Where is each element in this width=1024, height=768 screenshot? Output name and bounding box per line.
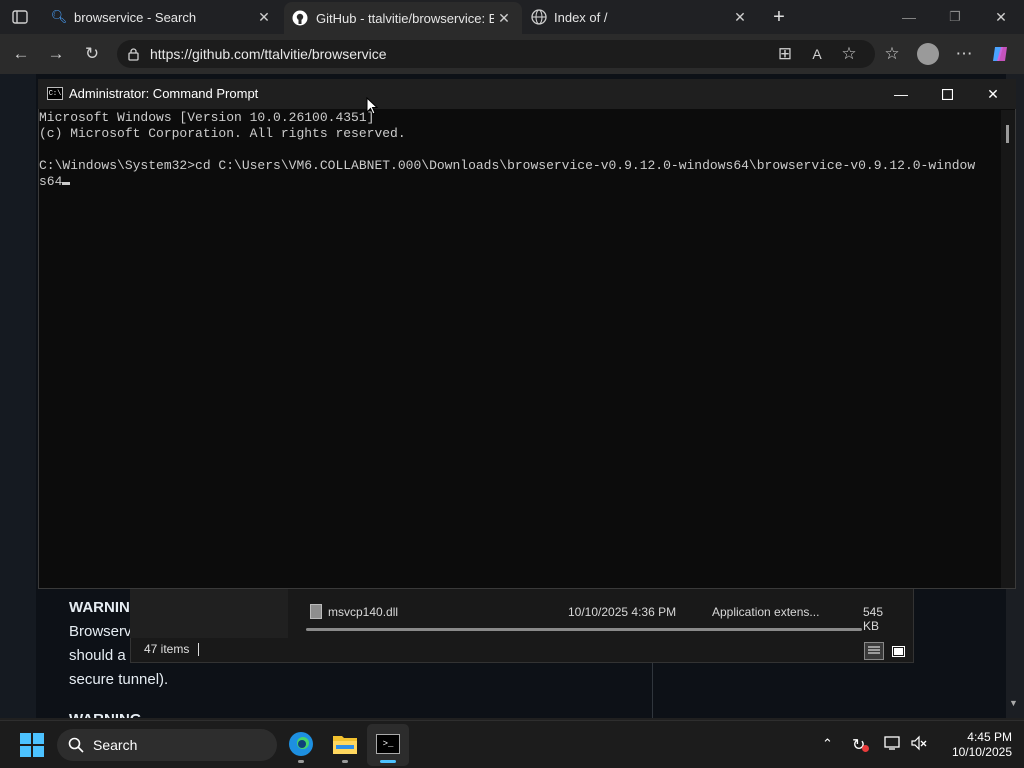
running-indicator (298, 760, 304, 763)
cmd-scrollbar[interactable] (1001, 110, 1015, 588)
tab-search[interactable]: 🔍︎ browservice - Search ✕ (44, 0, 284, 34)
explorer-nav-pane (130, 588, 288, 638)
address-input[interactable]: https://github.com/ttalvitie/browservice (117, 40, 875, 68)
close-window-icon[interactable]: ✕ (990, 8, 1012, 26)
globe-icon (524, 9, 554, 25)
back-icon[interactable]: ← (8, 42, 34, 66)
cmd-app-icon: C:\ (47, 87, 63, 100)
profile-avatar[interactable] (917, 43, 939, 65)
lock-icon[interactable] (126, 46, 140, 62)
forward-icon[interactable]: → (43, 42, 69, 66)
tab-title: GitHub - ttalvitie/browservice: Bro (316, 10, 494, 26)
scroll-down-icon[interactable]: ▼ (1009, 698, 1018, 708)
tab-title: Index of / (554, 9, 608, 25)
warning-partial: WARNING (69, 708, 142, 718)
speaker-muted-icon[interactable] (910, 735, 928, 756)
chevron-up-icon[interactable]: ⌃ (822, 736, 833, 752)
refresh-icon[interactable]: ↻ (79, 42, 105, 66)
terminal-icon[interactable]: >_ (376, 734, 400, 754)
more-options-icon[interactable]: ⋯ (951, 42, 977, 66)
tab-index[interactable]: Index of / ✕ (524, 0, 760, 34)
cmd-maximize-icon[interactable] (924, 79, 970, 109)
error-badge (862, 745, 869, 752)
clock-date: 10/10/2025 (951, 745, 1012, 759)
app-available-icon[interactable]: ⊞ (772, 42, 798, 66)
console-line: (c) Microsoft Corporation. All rights re… (39, 126, 406, 141)
active-indicator (380, 760, 396, 763)
favorites-icon[interactable]: ☆ (879, 42, 905, 66)
console-line: C:\Windows\System32>cd C:\Users\VM6.COLL… (39, 158, 976, 173)
tab-github[interactable]: GitHub - ttalvitie/browservice: Bro ✕ (284, 2, 522, 34)
cmd-scroll-thumb[interactable] (1006, 125, 1009, 143)
close-tab-icon[interactable]: ✕ (730, 9, 750, 26)
dll-file-icon (310, 604, 322, 619)
running-indicator (342, 760, 348, 763)
tab-actions-icon[interactable] (10, 8, 30, 26)
search-icon: 🔍︎ (50, 9, 68, 24)
taskbar-search[interactable]: Search (57, 729, 277, 761)
file-explorer-icon[interactable] (332, 733, 358, 760)
close-tab-icon[interactable]: ✕ (494, 10, 514, 27)
cmd-minimize-icon[interactable]: — (878, 79, 924, 109)
cmd-close-icon[interactable]: ✕ (970, 79, 1016, 109)
tab-title: browservice - Search (74, 9, 197, 25)
url-text: https://github.com/ttalvitie/browservice (150, 46, 387, 62)
status-divider (198, 643, 199, 656)
text-cursor (62, 182, 71, 185)
minimize-icon[interactable]: — (898, 8, 920, 26)
console-output[interactable]: Microsoft Windows [Version 10.0.26100.43… (39, 110, 1001, 190)
close-tab-icon[interactable]: ✕ (254, 9, 274, 26)
windows-start-icon[interactable] (20, 733, 44, 762)
file-row[interactable]: msvcp140.dll 10/10/2025 4:36 PM Applicat… (310, 602, 900, 633)
console-line: s64 (39, 174, 63, 189)
large-icons-view-icon[interactable] (888, 642, 908, 660)
github-icon (284, 10, 316, 26)
restore-icon[interactable]: ❐ (944, 8, 966, 26)
display-icon[interactable] (884, 735, 902, 756)
warning-text: secure tunnel). (69, 671, 169, 688)
clock-time: 4:45 PM (967, 730, 1012, 744)
system-clock[interactable]: 4:45 PM 10/10/2025 (932, 730, 1012, 760)
file-type: Application extens... (712, 605, 820, 619)
new-tab-icon[interactable]: + (768, 6, 790, 28)
file-name: msvcp140.dll (328, 605, 399, 619)
page-margin (0, 74, 36, 718)
file-date: 10/10/2025 4:36 PM (568, 605, 677, 619)
favorite-star-icon[interactable]: ☆ (836, 42, 862, 66)
mouse-cursor-icon (366, 96, 379, 120)
edge-icon[interactable] (288, 731, 314, 762)
read-aloud-icon[interactable]: A (804, 42, 830, 66)
horizontal-scrollbar[interactable] (306, 628, 862, 631)
details-view-icon[interactable] (864, 642, 884, 660)
file-size: 545 KB (863, 605, 884, 633)
console-line: Microsoft Windows [Version 10.0.26100.43… (39, 110, 375, 125)
item-count: 47 items (144, 642, 190, 656)
search-icon (67, 736, 85, 754)
cmd-title: Administrator: Command Prompt (69, 86, 259, 101)
copilot-icon[interactable] (990, 43, 1012, 65)
search-placeholder: Search (93, 737, 138, 753)
